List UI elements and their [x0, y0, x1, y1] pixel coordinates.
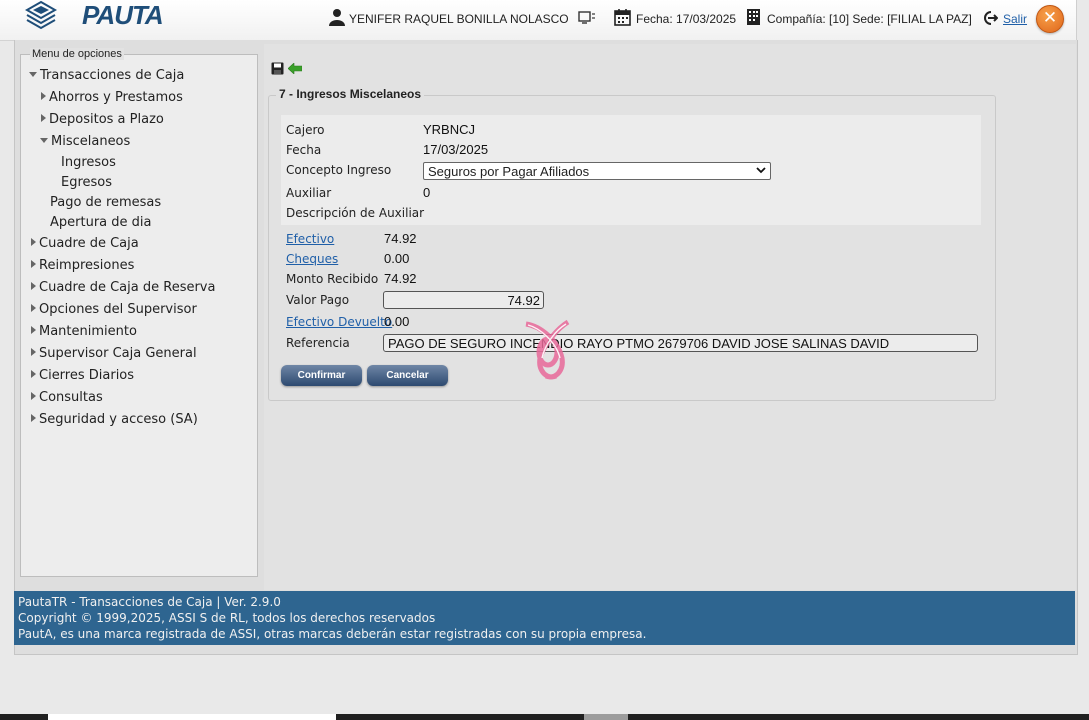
calendar-icon [614, 9, 631, 26]
terminal-icon[interactable] [578, 11, 596, 25]
valor-pago-label: Valor Pago [286, 293, 350, 307]
cajero-label: Cajero [286, 123, 325, 137]
loading-spinner-icon [525, 319, 570, 380]
chevron-down-icon [40, 138, 48, 143]
chevron-right-icon [41, 92, 46, 100]
chevron-right-icon [41, 114, 46, 122]
sidebar-item-supervisor-caja-general[interactable]: Supervisor Caja General [31, 346, 197, 361]
sidebar-item-depositos-a-plazo[interactable]: Depositos a Plazo [41, 112, 164, 127]
valor-pago-value: 74.92 [507, 293, 540, 308]
cajero-value: YRBNCJ [423, 122, 476, 137]
logo-text: PAUTA [82, 0, 164, 30]
efectivo-link[interactable]: Efectivo [286, 232, 334, 246]
taskbar-strip [0, 714, 1089, 720]
monto-recibido-value: 74.92 [384, 271, 417, 286]
date-label: Fecha: 17/03/2025 [636, 12, 737, 26]
save-icon[interactable] [271, 62, 284, 75]
chevron-right-icon [31, 260, 36, 268]
sidebar-item-egresos[interactable]: Egresos [61, 175, 112, 190]
sidebar-item-cuadre-de-caja[interactable]: Cuadre de Caja [31, 236, 139, 251]
chevron-right-icon [31, 348, 36, 356]
sidebar-item-cierres-diarios[interactable]: Cierres Diarios [31, 368, 134, 383]
referencia-label: Referencia [286, 336, 350, 350]
chevron-right-icon [31, 238, 36, 246]
sidebar-item-ingresos[interactable]: Ingresos [61, 155, 116, 170]
referencia-value: PAGO DE SEGURO INCENDIO RAYO PTMO 267970… [388, 336, 890, 351]
chevron-down-icon [29, 72, 37, 77]
user-name: YENIFER RAQUEL BONILLA NOLASCO [349, 12, 569, 26]
cancel-button[interactable]: Cancelar [367, 365, 448, 386]
company-label: Compañía: [10] Sede: [FILIAL LA PAZ] [767, 12, 972, 26]
chevron-right-icon [31, 414, 36, 422]
sidebar-item-consultas[interactable]: Consultas [31, 390, 103, 405]
top-header: PAUTA YENIFER RAQUEL BONILLA NOLASCO Fec… [0, 0, 1076, 41]
sidebar-item-apertura-de-dia[interactable]: Apertura de dia [50, 215, 151, 230]
footer-copyright: Copyright © 1999,2025, ASSI S de RL, tod… [18, 611, 436, 625]
sidebar-item-transacciones-de-caja[interactable]: Transacciones de Caja [29, 68, 184, 83]
sidebar-item-opciones-del-supervisor[interactable]: Opciones del Supervisor [31, 302, 197, 317]
chevron-right-icon [31, 282, 36, 290]
cheques-link[interactable]: Cheques [286, 252, 338, 266]
close-button[interactable]: ✕ [1036, 5, 1064, 33]
auxiliar-label: Auxiliar [286, 186, 332, 200]
concepto-label: Concepto Ingreso [286, 163, 392, 177]
auxiliar-value: 0 [423, 185, 431, 200]
valor-pago-input[interactable]: 74.92 [383, 291, 544, 309]
user-icon [329, 9, 345, 26]
sidebar-item-mantenimiento[interactable]: Mantenimiento [31, 324, 137, 339]
sidebar-legend: Menu de opciones [30, 48, 124, 60]
concepto-select[interactable]: Seguros por Pagar Afiliados [423, 162, 771, 180]
chevron-right-icon [31, 326, 36, 334]
fecha-value: 17/03/2025 [423, 142, 489, 157]
concepto-selected-value: Seguros por Pagar Afiliados [428, 164, 590, 179]
confirm-button[interactable]: Confirmar [281, 365, 362, 386]
logo-icon [24, 0, 58, 30]
efectivo-devuelto-link[interactable]: Efectivo Devuelto [286, 315, 392, 329]
referencia-input[interactable]: PAGO DE SEGURO INCENDIO RAYO PTMO 267970… [383, 334, 978, 352]
footer-trademark: PautA, es una marca registrada de ASSI, … [18, 627, 647, 641]
chevron-right-icon [31, 370, 36, 378]
sidebar-item-ahorros-y-prestamos[interactable]: Ahorros y Prestamos [41, 90, 183, 105]
footer-version: PautaTR - Transacciones de Caja | Ver. 2… [18, 595, 281, 609]
descripcion-label: Descripción de Auxiliar [286, 206, 425, 220]
efectivo-value: 74.92 [384, 231, 417, 246]
efectivo-devuelto-value: 0.00 [384, 314, 410, 329]
footer: PautaTR - Transacciones de Caja | Ver. 2… [14, 591, 1075, 645]
sidebar-item-miscelaneos[interactable]: Miscelaneos [40, 134, 130, 149]
sidebar-item-cuadre-de-caja-de-reserva[interactable]: Cuadre de Caja de Reserva [31, 280, 215, 295]
chevron-right-icon [31, 304, 36, 312]
back-arrow-icon[interactable] [288, 63, 302, 74]
chevron-down-icon [756, 167, 766, 174]
sidebar-item-reimpresiones[interactable]: Reimpresiones [31, 258, 134, 273]
sidebar-item-seguridad-y-acceso[interactable]: Seguridad y acceso (SA) [31, 412, 198, 427]
fecha-label: Fecha [286, 143, 322, 157]
sidebar-item-pago-de-remesas[interactable]: Pago de remesas [50, 195, 161, 210]
logout-icon[interactable] [982, 10, 998, 26]
monto-recibido-label: Monto Recibido [286, 272, 379, 286]
logo: PAUTA [24, 0, 164, 32]
chevron-right-icon [31, 392, 36, 400]
form-title: 7 - Ingresos Miscelaneos [276, 87, 425, 101]
cheques-value: 0.00 [384, 251, 410, 266]
close-icon: ✕ [1042, 8, 1058, 28]
logout-link[interactable]: Salir [1003, 12, 1027, 26]
building-icon [747, 9, 760, 25]
